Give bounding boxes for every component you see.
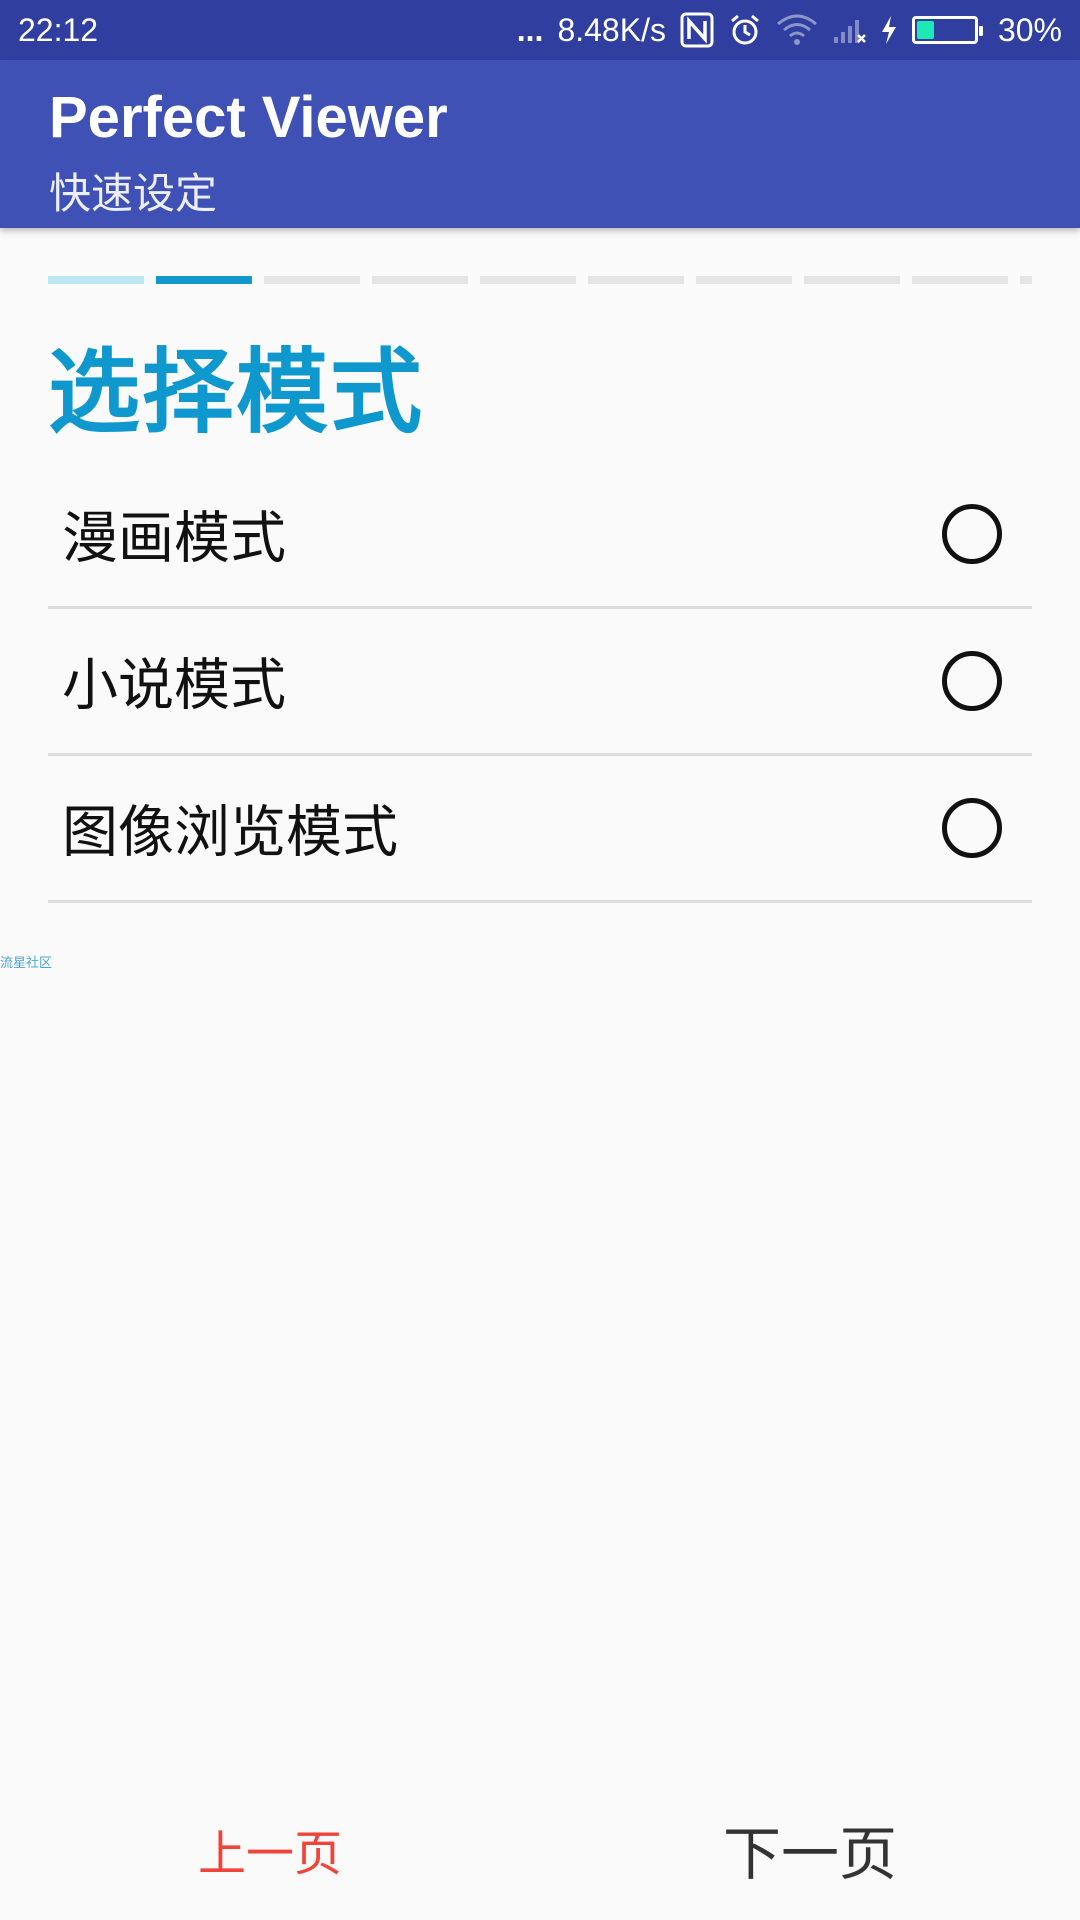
battery-percent: 30% [997, 11, 1062, 48]
wizard-progress [48, 276, 1032, 284]
prev-page-button[interactable]: 上一页 [150, 1822, 390, 1886]
bottom-navigation: 上一页 下一页 [0, 1800, 1080, 1910]
page-title: 选择模式 [48, 339, 425, 446]
status-time: 22:12 [18, 11, 99, 48]
nfc-icon [680, 12, 714, 48]
watermark: 流星社区 [0, 956, 53, 971]
radio-button[interactable] [942, 504, 1002, 564]
radio-button[interactable] [942, 798, 1002, 858]
wizard-step [48, 276, 144, 284]
cell-signal-icon [832, 15, 866, 45]
alarm-icon [728, 13, 762, 47]
wifi-icon [776, 14, 818, 46]
status-icons: ... 8.48K/s 30% [517, 12, 1062, 49]
app-title: Perfect Viewer [49, 85, 448, 150]
wizard-step [588, 276, 684, 284]
option-label: 漫画模式 [62, 506, 286, 572]
battery-fill [916, 21, 934, 39]
wizard-step [372, 276, 468, 284]
next-page-button[interactable]: 下一页 [690, 1822, 930, 1886]
option-image-browse-mode[interactable]: 图像浏览模式 [48, 756, 1032, 903]
mode-options-list: 漫画模式 小说模式 图像浏览模式 [48, 462, 1032, 903]
charging-icon [880, 15, 898, 45]
battery-icon [911, 16, 983, 44]
option-label: 图像浏览模式 [62, 800, 398, 866]
wizard-step [480, 276, 576, 284]
wizard-step [804, 276, 900, 284]
status-bar: 22:12 ... 8.48K/s 30% [0, 0, 1080, 60]
wizard-step-overflow [1020, 276, 1032, 284]
app-bar: Perfect Viewer 快速设定 [0, 60, 1080, 228]
wizard-step [156, 276, 252, 284]
wizard-step [696, 276, 792, 284]
radio-button[interactable] [942, 651, 1002, 711]
app-subtitle: 快速设定 [49, 169, 218, 218]
option-comic-mode[interactable]: 漫画模式 [48, 462, 1032, 609]
wizard-step [912, 276, 1008, 284]
wizard-step [264, 276, 360, 284]
status-dots: ... [516, 11, 544, 48]
network-speed: 8.48K/s [557, 11, 666, 48]
option-novel-mode[interactable]: 小说模式 [48, 609, 1032, 756]
option-label: 小说模式 [62, 653, 286, 719]
